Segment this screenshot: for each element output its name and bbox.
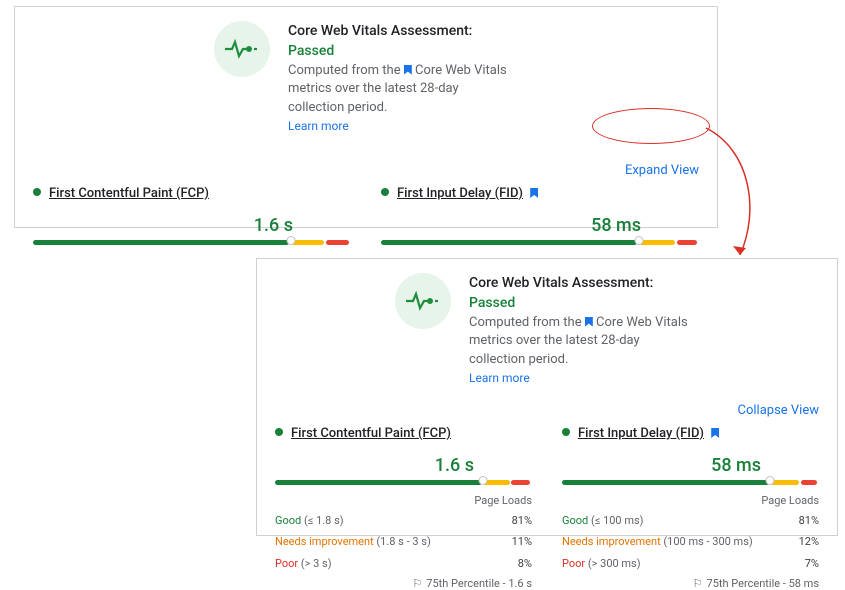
percentile-marker (479, 476, 488, 485)
bar-segment (801, 480, 817, 485)
percentile-row: ⚐75th Percentile - 58 ms (562, 577, 819, 590)
flag-icon: ⚐ (412, 577, 422, 590)
bar-segment (562, 480, 769, 485)
bar-segment (275, 480, 482, 485)
status-dot-good (275, 428, 283, 436)
dist-pct: 7% (805, 556, 819, 571)
metric-label[interactable]: First Contentful Paint (FCP) (49, 186, 209, 201)
header-text: Core Web Vitals Assessment: Passed Compu… (469, 273, 699, 389)
assessment-status: Passed (469, 295, 515, 311)
assessment-title: Core Web Vitals Assessment: Passed (288, 21, 518, 62)
status-dot-good (562, 428, 570, 436)
metric-label[interactable]: First Input Delay (FID) (578, 426, 704, 441)
dist-pct: 12% (799, 534, 819, 549)
annotation-arrow (700, 120, 780, 270)
distribution-bar (381, 238, 699, 248)
bar-segment (511, 480, 530, 485)
bookmark-icon (711, 428, 719, 438)
dist-row-ni: Needs improvement (100 ms - 300 ms)12% (562, 534, 819, 549)
desc-pre: Computed from the (469, 315, 585, 330)
status-dot-good (33, 188, 41, 196)
metric-value: 1.6 s (33, 215, 351, 236)
metric-value: 1.6 s (275, 455, 532, 476)
dist-row-poor: Poor (> 300 ms)7% (562, 556, 819, 571)
card-header: Core Web Vitals Assessment: Passed Compu… (33, 21, 699, 137)
pulse-icon (214, 21, 270, 77)
pulse-icon (395, 273, 451, 329)
title-prefix: Core Web Vitals Assessment: (469, 275, 653, 291)
metric-fid: First Input Delay (FID) 58 ms (381, 186, 699, 248)
bookmark-icon (585, 317, 593, 327)
metric-label[interactable]: First Input Delay (FID) (397, 186, 523, 201)
title-prefix: Core Web Vitals Assessment: (288, 23, 472, 39)
dist-pct: 11% (512, 534, 532, 549)
collapse-view-link[interactable]: Collapse View (738, 403, 820, 418)
assessment-status: Passed (288, 43, 334, 59)
flag-icon: ⚐ (693, 577, 703, 590)
metric-fcp-expanded: First Contentful Paint (FCP) 1.6 s Page … (275, 426, 532, 590)
vitals-card-expanded: Core Web Vitals Assessment: Passed Compu… (256, 258, 838, 536)
bar-segment (639, 240, 675, 245)
metric-label[interactable]: First Contentful Paint (FCP) (291, 426, 451, 441)
metric-value: 58 ms (381, 215, 699, 236)
dist-row-ni: Needs improvement (1.8 s - 3 s)11% (275, 534, 532, 549)
learn-more-link[interactable]: Learn more (288, 119, 349, 133)
dist-row-good: Good (≤ 100 ms)81% (562, 513, 819, 528)
dist-pct: 81% (799, 513, 819, 528)
learn-more-link[interactable]: Learn more (469, 371, 530, 385)
dist-row-good: Good (≤ 1.8 s)81% (275, 513, 532, 528)
percentile-marker (766, 476, 775, 485)
dist-pct: 8% (518, 556, 532, 571)
percentile-marker (634, 236, 643, 245)
metric-title-row: First Contentful Paint (FCP) (33, 186, 351, 201)
page-loads-label: Page Loads (275, 494, 532, 507)
assessment-title: Core Web Vitals Assessment: Passed (469, 273, 699, 314)
bar-segment (677, 240, 697, 245)
card-header: Core Web Vitals Assessment: Passed Compu… (275, 273, 819, 389)
bar-segment (326, 240, 350, 245)
vitals-card-collapsed: Core Web Vitals Assessment: Passed Compu… (14, 6, 718, 228)
metric-fcp: First Contentful Paint (FCP) 1.6 s (33, 186, 351, 248)
distribution-bar (275, 478, 532, 488)
page-loads-label: Page Loads (562, 494, 819, 507)
bar-segment (381, 240, 637, 245)
bookmark-icon (404, 65, 412, 75)
expand-view-link[interactable]: Expand View (625, 163, 699, 178)
dist-pct: 81% (512, 513, 532, 528)
bar-segment (291, 240, 324, 245)
header-text: Core Web Vitals Assessment: Passed Compu… (288, 21, 518, 137)
distribution-bar (562, 478, 819, 488)
desc-pre: Computed from the (288, 63, 404, 78)
metric-title-row: First Input Delay (FID) (381, 186, 699, 201)
bar-segment (33, 240, 289, 245)
percentile-row: ⚐75th Percentile - 1.6 s (275, 577, 532, 590)
status-dot-good (381, 188, 389, 196)
bookmark-icon (530, 188, 538, 198)
metric-value: 58 ms (562, 455, 819, 476)
dist-row-poor: Poor (> 3 s)8% (275, 556, 532, 571)
distribution-bar (33, 238, 351, 248)
metric-fid-expanded: First Input Delay (FID) 58 ms Page Loads… (562, 426, 819, 590)
percentile-marker (286, 236, 295, 245)
